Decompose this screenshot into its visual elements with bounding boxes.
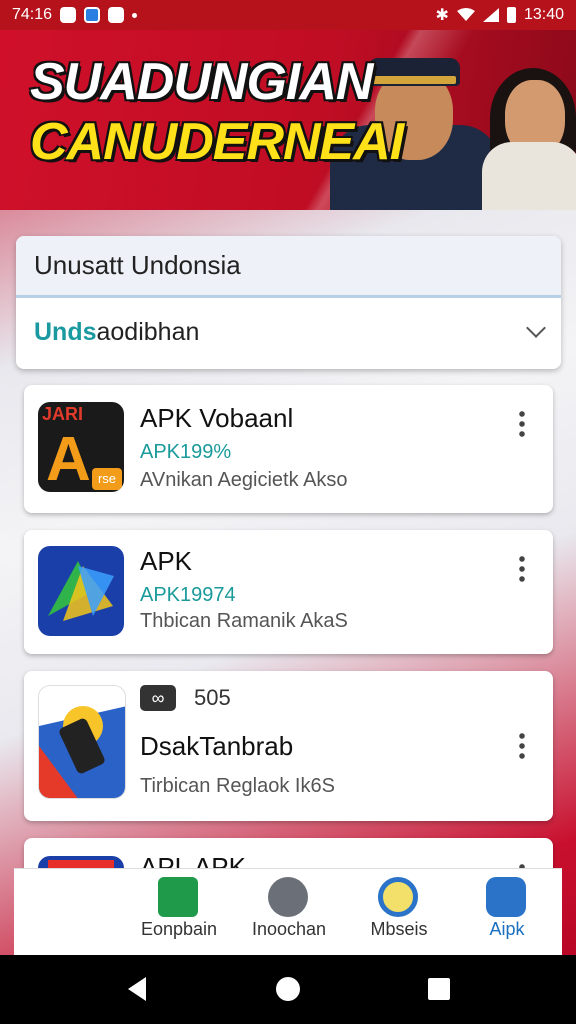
more-notifications-icon	[132, 12, 138, 18]
app-icon-top-text: JARI	[42, 404, 84, 424]
banner-headline-1: SUADUNGIAN	[30, 53, 373, 111]
app-list-item[interactable]: JARI A rse APK Vobaanl APK199% AVnikan A…	[24, 385, 553, 513]
status-bar: 74:16 ✱ 13:40	[0, 0, 576, 30]
banner-headline-2: CANUDERNEAI	[30, 113, 404, 171]
bottom-navigation: Eonpbain Inoochan Mbseis Aipk	[14, 868, 562, 956]
app-title: DsakTanbrab	[140, 731, 294, 761]
status-time-left: 74:16	[12, 6, 53, 23]
more-options-icon[interactable]	[519, 409, 525, 437]
app-icon-tag: rse	[92, 468, 122, 490]
browser-icon	[84, 7, 101, 23]
more-options-icon[interactable]	[519, 554, 525, 582]
back-icon[interactable]	[128, 977, 146, 1001]
nav-item-aipk[interactable]: Aipk	[452, 869, 562, 957]
dropdown-highlight: Unds	[34, 317, 97, 346]
version-icon: ∞	[140, 685, 176, 711]
battery-icon	[506, 7, 516, 23]
bluetooth-icon: ✱	[435, 7, 449, 24]
category-title: Unusatt Undonsia	[16, 236, 561, 298]
app-subtitle: AVnikan Aegicietk Akso	[140, 469, 348, 491]
nav-item-eonpbain[interactable]: Eonpbain	[124, 869, 234, 957]
chevron-down-icon[interactable]	[526, 318, 546, 338]
chat-bubble-icon	[486, 877, 526, 917]
signal-icon	[482, 8, 499, 22]
app-title: APK	[140, 546, 193, 576]
app-subtitle: Thbican Ramanik AkaS	[140, 610, 348, 632]
nav-label: Mbseis	[370, 919, 428, 939]
home-icon[interactable]	[276, 977, 300, 1001]
green-card-icon	[158, 877, 198, 917]
letter-a-orange-icon: JARI A rse	[38, 402, 124, 492]
message-icon	[108, 7, 125, 23]
category-dropdown[interactable]: Unds aodibhan	[16, 298, 561, 366]
app-screen: 74:16 ✱ 13:40 SUADUNGIAN CANUDERNEAI Unu…	[0, 0, 576, 1024]
nav-label: Aipk	[489, 919, 525, 939]
app-version: 505	[194, 685, 231, 710]
system-navigation-bar	[0, 955, 576, 1024]
app-subtitle: Tirbican Reglaok Ik6S	[140, 775, 335, 797]
more-options-icon[interactable]	[519, 731, 525, 759]
nav-item-inoochan[interactable]: Inoochan	[234, 869, 344, 957]
dropdown-value: aodibhan	[96, 317, 200, 346]
app-list-item[interactable]: APK APK19974 Thbican Ramanik AkaS	[24, 530, 553, 654]
notification-icon	[60, 7, 77, 23]
category-card: Unusatt Undonsia Unds aodibhan	[16, 236, 561, 369]
wifi-icon	[456, 8, 475, 21]
app-percent: APK199%	[140, 441, 232, 463]
status-time-right: 13:40	[523, 6, 564, 23]
nav-label: Inoochan	[251, 919, 327, 939]
blue-badge-icon	[378, 877, 418, 917]
grey-person-icon	[268, 877, 308, 917]
app-list-item[interactable]: ∞ 505 DsakTanbrab Tirbican Reglaok Ik6S	[24, 671, 553, 821]
blue-arrow-icon	[38, 546, 124, 636]
nav-label: Eonpbain	[140, 919, 218, 939]
app-percent: APK19974	[140, 584, 236, 606]
nav-item-mbseis[interactable]: Mbseis	[344, 869, 454, 957]
promo-banner[interactable]: SUADUNGIAN CANUDERNEAI	[0, 30, 576, 210]
app-title: APK Vobaanl	[140, 403, 294, 433]
recents-icon[interactable]	[428, 978, 450, 1000]
phone-sun-icon	[38, 685, 126, 799]
